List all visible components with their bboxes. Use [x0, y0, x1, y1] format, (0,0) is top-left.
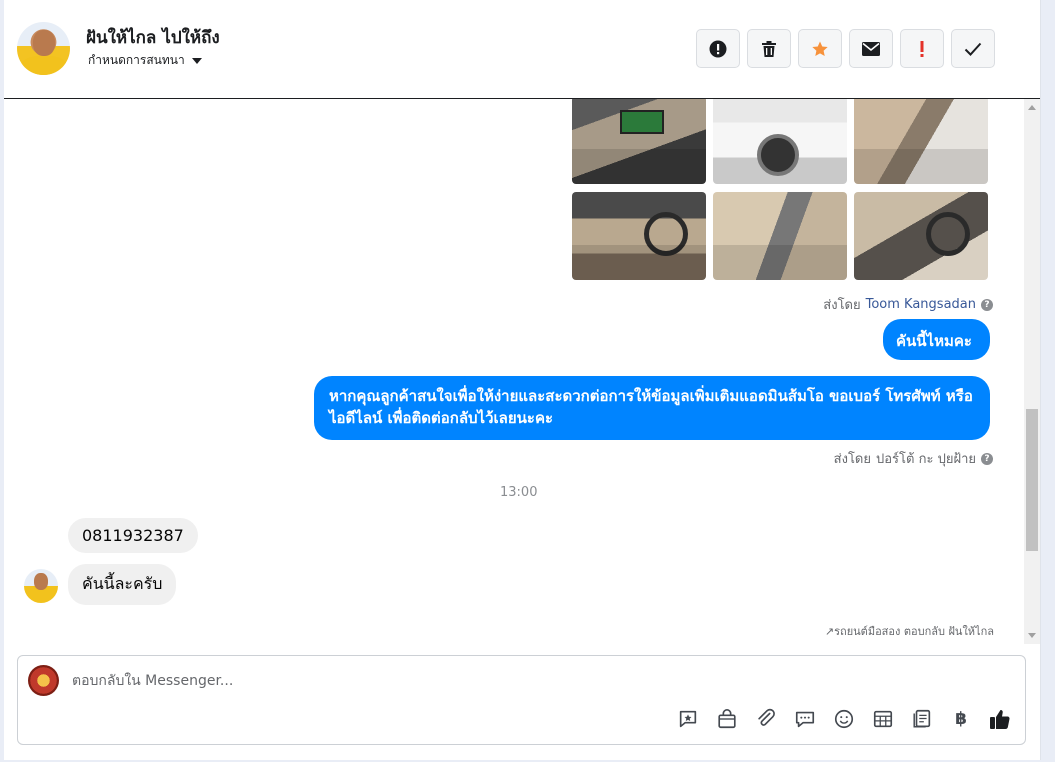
follow-up-button[interactable]: [900, 29, 944, 68]
scroll-down-arrow-icon[interactable]: [1028, 633, 1036, 638]
reply-input[interactable]: [70, 668, 974, 694]
exclamation-icon: [920, 40, 924, 57]
sender-name[interactable]: Toom Kangsadan: [866, 297, 976, 312]
attach-icon[interactable]: [753, 706, 779, 732]
message-thread: ส่งโดย Toom Kangsadan ? คันนี้ไหมคะ หากค…: [4, 99, 1040, 644]
baht-symbol: ฿: [955, 709, 967, 729]
reply-arrow-icon: ↗: [824, 625, 835, 638]
star-button[interactable]: [798, 29, 842, 68]
caret-down-icon: [191, 57, 202, 64]
envelope-icon: [862, 41, 880, 56]
help-icon[interactable]: ?: [981, 452, 993, 465]
thumbs-up-icon[interactable]: [987, 706, 1013, 732]
assign-conversation-dropdown[interactable]: กำหนดการสนทนา: [88, 51, 202, 70]
car-photo-thumbnail[interactable]: [572, 99, 706, 184]
scrollbar-thumb[interactable]: [1026, 409, 1038, 551]
incoming-message[interactable]: 0811932387: [68, 518, 198, 553]
help-icon[interactable]: ?: [981, 298, 993, 311]
reply-context-note: ↗รถยนต์มือสอง ตอบกลับ ฝันให้ไกล: [825, 622, 994, 640]
header-actions: [696, 29, 995, 68]
exclamation-circle-icon: [709, 40, 727, 57]
car-photo-thumbnail[interactable]: [713, 99, 847, 184]
conversation-header: ฝันให้ไกล ไปให้ถึง กำหนดการสนทนา: [4, 0, 1040, 99]
conversation-panel: ฝันให้ไกล ไปให้ถึง กำหนดการสนทนา ส่งโดย …: [4, 0, 1041, 760]
document-icon[interactable]: [909, 706, 935, 732]
time-divider: 13:00: [500, 485, 538, 500]
contact-name[interactable]: ฝันให้ไกล ไปให้ถึง: [86, 24, 220, 51]
contact-avatar-small[interactable]: [24, 569, 58, 603]
message-composer: ฿: [17, 655, 1026, 745]
contact-avatar[interactable]: [17, 22, 70, 75]
check-icon: [964, 42, 982, 56]
scroll-up-arrow-icon[interactable]: [1028, 105, 1036, 110]
car-photo-thumbnail[interactable]: [713, 192, 847, 280]
outgoing-message[interactable]: คันนี้ไหมคะ: [883, 319, 990, 360]
report-spam-button[interactable]: [696, 29, 740, 68]
saved-reply-icon[interactable]: [675, 706, 701, 732]
table-icon[interactable]: [870, 706, 896, 732]
chat-bubble-icon[interactable]: [792, 706, 818, 732]
shop-bag-icon[interactable]: [714, 706, 740, 732]
composer-toolbar: ฿: [675, 706, 1013, 732]
delete-button[interactable]: [747, 29, 791, 68]
car-photo-thumbnail[interactable]: [854, 99, 988, 184]
mark-unread-button[interactable]: [849, 29, 893, 68]
star-icon: [812, 41, 828, 56]
car-photo-thumbnail[interactable]: [572, 192, 706, 280]
emoji-icon[interactable]: [831, 706, 857, 732]
reply-context-text: รถยนต์มือสอง ตอบกลับ ฝันให้ไกล: [834, 625, 994, 638]
sent-by-label: ส่งโดย Toom Kangsadan ?: [823, 294, 993, 315]
sent-by-prefix: ส่งโดย: [833, 452, 871, 467]
outgoing-message[interactable]: หากคุณลูกค้าสนใจเพื่อให้ง่ายและสะดวกต่อก…: [314, 376, 990, 440]
car-photo-thumbnail[interactable]: [854, 192, 988, 280]
trash-icon: [762, 40, 776, 57]
page-avatar: [28, 665, 59, 696]
mark-done-button[interactable]: [951, 29, 995, 68]
baht-icon[interactable]: ฿: [948, 706, 974, 732]
sender-name[interactable]: ปอร์โต้ กะ ปุยฝ้าย: [876, 448, 976, 469]
assign-label: กำหนดการสนทนา: [88, 53, 185, 67]
thread-scrollbar[interactable]: [1024, 99, 1040, 644]
sent-by-label: ส่งโดย ปอร์โต้ กะ ปุยฝ้าย ?: [834, 448, 993, 469]
sent-by-prefix: ส่งโดย: [823, 298, 861, 313]
incoming-message[interactable]: คันนี้ละครับ: [68, 564, 177, 605]
